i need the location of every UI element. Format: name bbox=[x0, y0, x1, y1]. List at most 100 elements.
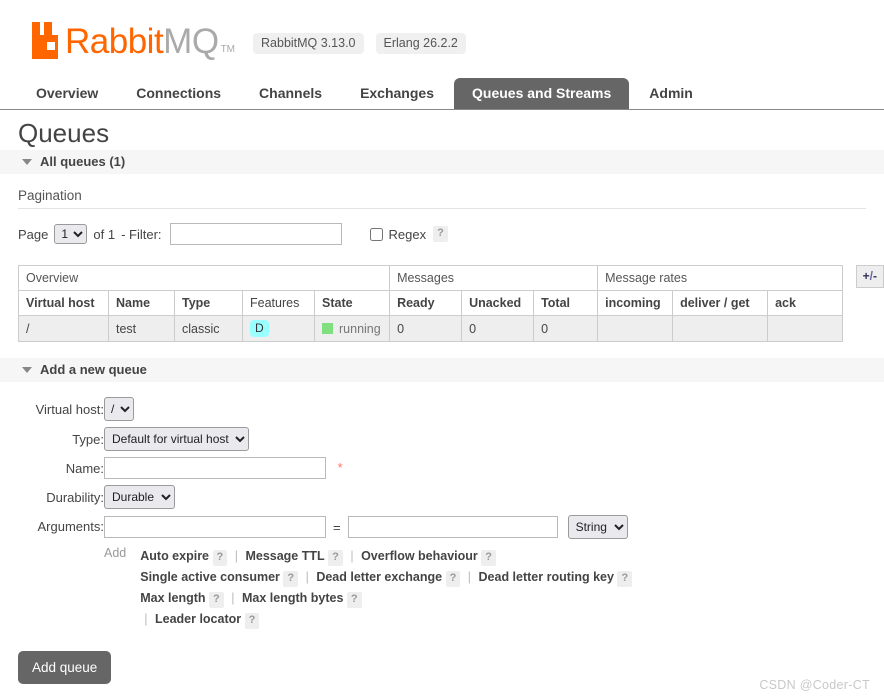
leader-locator-help-icon[interactable]: ? bbox=[244, 613, 260, 629]
column-header-ready[interactable]: Ready bbox=[389, 290, 463, 316]
cell-ack bbox=[767, 315, 844, 342]
tab-admin[interactable]: Admin bbox=[631, 78, 711, 109]
state-indicator-icon bbox=[322, 322, 333, 334]
preset-separator: | bbox=[231, 591, 235, 605]
column-header-unacked[interactable]: Unacked bbox=[461, 290, 535, 316]
page-total-label: of 1 bbox=[93, 226, 116, 242]
column-header-type[interactable]: Type bbox=[174, 290, 243, 316]
required-marker: * bbox=[337, 460, 343, 475]
cell-name[interactable]: test bbox=[108, 315, 175, 342]
argument-presets-container: Add Auto expire ? | Message TTL ? | Over… bbox=[104, 542, 633, 633]
cell-virtual-host: / bbox=[18, 315, 109, 342]
add-queue-section: Add a new queue Virtual host: / Type: De… bbox=[0, 358, 884, 684]
app-header: RabbitMQ TM RabbitMQ 3.13.0 Erlang 26.2.… bbox=[0, 0, 884, 60]
add-queue-button[interactable]: Add queue bbox=[18, 651, 112, 684]
submit-row: Add queue bbox=[18, 633, 866, 684]
cell-ready: 0 bbox=[389, 315, 463, 342]
regex-help-icon[interactable]: ? bbox=[433, 226, 448, 242]
dead-letter-routing-key-help-icon[interactable]: ? bbox=[617, 571, 633, 587]
preset-message-ttl[interactable]: Message TTL bbox=[245, 549, 324, 563]
overflow-behaviour-help-icon[interactable]: ? bbox=[481, 550, 496, 566]
page-select[interactable]: 1 bbox=[54, 224, 88, 244]
add-queue-section-header[interactable]: Add a new queue bbox=[0, 358, 884, 382]
table-column-header-row: Virtual host Name Type Features State Re… bbox=[18, 290, 844, 316]
auto-expire-help-icon[interactable]: ? bbox=[212, 550, 228, 566]
column-header-ack[interactable]: ack bbox=[767, 290, 844, 316]
rabbit-ear-left bbox=[32, 22, 40, 36]
argument-type-select[interactable]: String bbox=[567, 515, 628, 539]
cell-state: running bbox=[313, 315, 391, 342]
tab-exchanges[interactable]: Exchanges bbox=[342, 78, 452, 109]
preset-separator: | bbox=[234, 549, 238, 563]
group-header-message-rates: Message rates bbox=[597, 265, 844, 291]
argument-value-input[interactable] bbox=[347, 516, 558, 538]
dead-letter-exchange-help-icon[interactable]: ? bbox=[445, 571, 461, 587]
cell-unacked: 0 bbox=[461, 315, 535, 342]
tab-overview[interactable]: Overview bbox=[18, 78, 116, 109]
column-header-state[interactable]: State bbox=[313, 290, 391, 316]
max-length-bytes-help-icon[interactable]: ? bbox=[346, 592, 362, 608]
cell-incoming bbox=[597, 315, 674, 342]
preset-dead-letter-routing-key[interactable]: Dead letter routing key bbox=[479, 570, 614, 584]
virtual-host-select[interactable]: / bbox=[104, 397, 134, 421]
page-label: Page bbox=[18, 226, 49, 242]
logo-wordmark: RabbitMQ bbox=[65, 24, 219, 60]
all-queues-section-header[interactable]: All queues (1) bbox=[0, 150, 884, 174]
preset-overflow-behaviour[interactable]: Overflow behaviour bbox=[361, 549, 478, 563]
columns-toggle-button[interactable]: +/- bbox=[855, 265, 884, 288]
equals-sign: = bbox=[333, 519, 341, 535]
preset-line-4: | Leader locator ? bbox=[140, 609, 632, 630]
version-badge-group: RabbitMQ 3.13.0 Erlang 26.2.2 bbox=[253, 33, 478, 60]
queue-name-input[interactable] bbox=[104, 457, 326, 479]
rabbitmq-logo: RabbitMQ TM bbox=[32, 22, 235, 60]
rabbit-eye bbox=[47, 42, 55, 50]
preset-single-active-consumer[interactable]: Single active consumer bbox=[140, 570, 280, 584]
preset-leader-locator[interactable]: Leader locator bbox=[155, 612, 241, 626]
label-type: Type: bbox=[72, 431, 104, 447]
tab-channels[interactable]: Channels bbox=[241, 78, 340, 109]
max-length-help-icon[interactable]: ? bbox=[209, 592, 224, 608]
column-header-incoming[interactable]: incoming bbox=[597, 290, 674, 316]
queues-table: Overview Messages Message rates Virtual … bbox=[17, 265, 844, 342]
table-group-header-row: Overview Messages Message rates bbox=[17, 265, 844, 291]
erlang-version-badge: Erlang 26.2.2 bbox=[375, 33, 466, 54]
regex-checkbox[interactable] bbox=[369, 227, 383, 241]
tab-queues-and-streams[interactable]: Queues and Streams bbox=[454, 78, 630, 109]
durability-select[interactable]: Durable bbox=[104, 485, 175, 509]
all-queues-label: All queues (1) bbox=[40, 154, 126, 169]
column-header-deliver-get[interactable]: deliver / get bbox=[672, 290, 769, 316]
preset-auto-expire[interactable]: Auto expire bbox=[140, 549, 209, 563]
chevron-down-icon bbox=[22, 158, 32, 165]
preset-max-length[interactable]: Max length bbox=[140, 591, 205, 605]
argument-key-input[interactable] bbox=[104, 516, 326, 538]
field-arguments: = String bbox=[104, 512, 632, 542]
cell-total: 0 bbox=[533, 315, 599, 342]
single-active-consumer-help-icon[interactable]: ? bbox=[283, 571, 299, 587]
rabbitmq-version-badge: RabbitMQ 3.13.0 bbox=[253, 33, 364, 54]
form-row-name: Name: * bbox=[18, 454, 632, 482]
tab-connections[interactable]: Connections bbox=[118, 78, 239, 109]
queues-table-container: +/- Overview Messages Message rates Virt… bbox=[0, 249, 884, 342]
add-argument-link[interactable]: Add bbox=[104, 546, 140, 630]
add-queue-label: Add a new queue bbox=[40, 362, 147, 377]
message-ttl-help-icon[interactable]: ? bbox=[328, 550, 343, 566]
group-header-messages: Messages bbox=[389, 265, 599, 291]
pagination-controls: Page 1 of 1 - Filter: Regex ? bbox=[18, 223, 866, 249]
queue-type-select[interactable]: Default for virtual host bbox=[104, 427, 249, 451]
preset-line-2: Single active consumer ? | Dead letter e… bbox=[140, 567, 633, 588]
preset-dead-letter-exchange[interactable]: Dead letter exchange bbox=[316, 570, 442, 584]
rabbit-logo-icon bbox=[32, 22, 62, 60]
column-header-virtual-host[interactable]: Virtual host bbox=[18, 290, 109, 316]
logo-word-rabbit: Rabbit bbox=[65, 22, 164, 61]
pagination-heading: Pagination bbox=[18, 174, 866, 209]
column-header-name[interactable]: Name bbox=[108, 290, 175, 316]
regex-label: Regex bbox=[388, 226, 427, 242]
form-row-durability: Durability: Durable bbox=[18, 482, 632, 512]
form-row-virtual-host: Virtual host: / bbox=[18, 394, 632, 424]
field-virtual-host: / bbox=[104, 394, 632, 424]
column-header-total[interactable]: Total bbox=[533, 290, 599, 316]
preset-line-1: Auto expire ? | Message TTL ? | Overflow… bbox=[140, 546, 632, 567]
field-type: Default for virtual host bbox=[104, 424, 632, 454]
filter-input[interactable] bbox=[169, 223, 342, 245]
preset-max-length-bytes[interactable]: Max length bytes bbox=[242, 591, 343, 605]
